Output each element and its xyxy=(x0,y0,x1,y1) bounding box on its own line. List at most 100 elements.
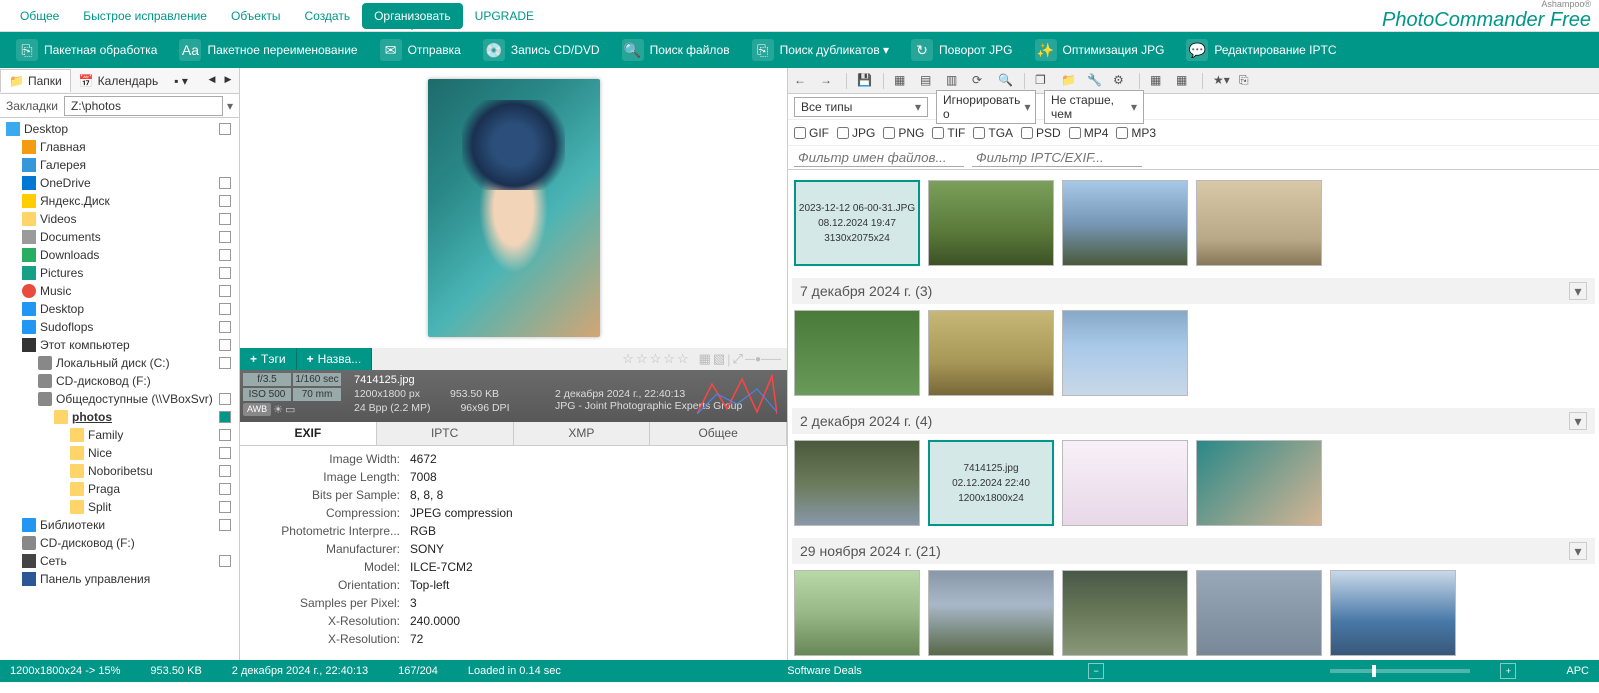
tree-checkbox[interactable] xyxy=(219,411,231,423)
thumbnail[interactable] xyxy=(794,440,920,526)
tree-item-14[interactable]: CD-дисковод (F:) xyxy=(2,372,237,390)
tree-checkbox[interactable] xyxy=(219,447,231,459)
tree-item-3[interactable]: OneDrive xyxy=(2,174,237,192)
format-png[interactable]: PNG xyxy=(883,126,924,140)
tree-item-8[interactable]: Pictures xyxy=(2,264,237,282)
tree-item-22[interactable]: Библиотеки xyxy=(2,516,237,534)
thumbnail[interactable] xyxy=(928,570,1054,656)
tree-item-0[interactable]: Desktop xyxy=(2,120,237,138)
thumbnail[interactable] xyxy=(1062,310,1188,396)
tab-folders[interactable]: 📁 Папки xyxy=(0,69,71,92)
tree-checkbox[interactable] xyxy=(219,267,231,279)
path-dropdown-icon[interactable]: ▾ xyxy=(227,99,239,113)
thumbnail[interactable] xyxy=(794,310,920,396)
tree-checkbox[interactable] xyxy=(219,249,231,261)
tab-calendar[interactable]: 📅 Календарь xyxy=(71,70,167,92)
tool-5[interactable]: ⎘Поиск дубликатов ▾ xyxy=(742,35,899,65)
zoom-slider[interactable] xyxy=(1330,669,1470,673)
tree-checkbox[interactable] xyxy=(219,177,231,189)
menu-upgrade[interactable]: UPGRADE xyxy=(463,3,546,29)
tool-7[interactable]: ✨Оптимизация JPG xyxy=(1025,35,1175,65)
rating-stars[interactable]: ☆☆☆☆☆ ▦ ▧ | ⤢ —●—— xyxy=(622,348,787,370)
star-icon[interactable]: ★▾ xyxy=(1213,73,1229,89)
type-combo[interactable]: Все типы xyxy=(794,97,928,117)
filename-filter-input[interactable] xyxy=(794,148,964,167)
thumbnail[interactable] xyxy=(1062,180,1188,266)
tree-checkbox[interactable] xyxy=(219,465,231,477)
tree-item-17[interactable]: Family xyxy=(2,426,237,444)
format-tga[interactable]: TGA xyxy=(973,126,1013,140)
add-tags-button[interactable]: + Тэги xyxy=(240,348,297,370)
tree-item-23[interactable]: CD-дисковод (F:) xyxy=(2,534,237,552)
thumbnail[interactable] xyxy=(928,310,1054,396)
expand-icon[interactable]: ⤢ xyxy=(733,351,743,367)
slider-icon[interactable]: —●—— xyxy=(745,354,781,365)
tree-item-25[interactable]: Панель управления xyxy=(2,570,237,588)
gear-icon[interactable]: ⚙ xyxy=(1113,73,1129,89)
tree-item-2[interactable]: Галерея xyxy=(2,156,237,174)
zoom-out-icon[interactable]: − xyxy=(1088,663,1104,679)
group-header[interactable]: 2 декабря 2024 г. (4)▾ xyxy=(792,408,1595,434)
thumbnail[interactable] xyxy=(928,180,1054,266)
view3-icon[interactable]: ▥ xyxy=(946,73,962,89)
tree-item-11[interactable]: Sudoflops xyxy=(2,318,237,336)
tool-0[interactable]: ⎘Пакетная обработка xyxy=(6,35,167,65)
meta-tab-exif[interactable]: EXIF xyxy=(240,422,377,445)
collapse-icon[interactable]: ▾ xyxy=(1569,412,1587,430)
nav-fwd-icon[interactable]: ▶ xyxy=(221,74,235,88)
tree-item-19[interactable]: Noboribetsu xyxy=(2,462,237,480)
format-jpg[interactable]: JPG xyxy=(837,126,875,140)
tree-checkbox[interactable] xyxy=(219,483,231,495)
meta-tab-общее[interactable]: Общее xyxy=(650,422,787,445)
format-tif[interactable]: TIF xyxy=(932,126,965,140)
tree-item-21[interactable]: Split xyxy=(2,498,237,516)
thumbnail[interactable] xyxy=(1196,570,1322,656)
tool-1[interactable]: AaПакетное переименование xyxy=(169,35,367,65)
age-combo[interactable]: Не старше, чем xyxy=(1044,90,1144,124)
group-header[interactable]: 7 декабря 2024 г. (3)▾ xyxy=(792,278,1595,304)
tool-8[interactable]: 💬Редактирование IPTC xyxy=(1176,35,1346,65)
tree-item-13[interactable]: Локальный диск (C:) xyxy=(2,354,237,372)
tree-item-15[interactable]: Общедоступные (\\VBoxSvr) xyxy=(2,390,237,408)
meta-tab-iptc[interactable]: IPTC xyxy=(377,422,514,445)
thumbnail[interactable] xyxy=(1062,440,1188,526)
view1-icon[interactable]: ▦ xyxy=(894,73,910,89)
img-icon2[interactable]: ▧ xyxy=(713,351,725,367)
thumbnail[interactable] xyxy=(794,570,920,656)
thumbnail[interactable]: 2023-12-12 06-00-31.JPG08.12.2024 19:473… xyxy=(794,180,920,266)
tree-item-1[interactable]: Главная xyxy=(2,138,237,156)
grid1-icon[interactable]: ▦ xyxy=(1150,73,1166,89)
tree-checkbox[interactable] xyxy=(219,213,231,225)
thumbnail[interactable]: 7414125.jpg02.12.2024 22:401200x1800x24 xyxy=(928,440,1054,526)
menu-объекты[interactable]: Объекты xyxy=(219,3,293,29)
collapse-icon[interactable]: ▾ xyxy=(1569,542,1587,560)
window-icon[interactable]: ❐ xyxy=(1035,73,1051,89)
tree-checkbox[interactable] xyxy=(219,285,231,297)
view2-icon[interactable]: ▤ xyxy=(920,73,936,89)
tree-item-5[interactable]: Videos xyxy=(2,210,237,228)
tree-checkbox[interactable] xyxy=(219,303,231,315)
tree-checkbox[interactable] xyxy=(219,357,231,369)
thumbnail[interactable] xyxy=(1196,180,1322,266)
iptc-filter-input[interactable] xyxy=(972,148,1142,167)
format-mp3[interactable]: MP3 xyxy=(1116,126,1156,140)
tree-checkbox[interactable] xyxy=(219,393,231,405)
tree-checkbox[interactable] xyxy=(219,195,231,207)
software-deals-link[interactable]: Software Deals xyxy=(787,665,862,677)
collapse-icon[interactable]: ▾ xyxy=(1569,282,1587,300)
tree-checkbox[interactable] xyxy=(219,429,231,441)
tab-extra[interactable]: ▪ ▾ xyxy=(166,70,196,92)
tool-4[interactable]: 🔍Поиск файлов xyxy=(612,35,740,65)
folder-icon[interactable]: 📁 xyxy=(1061,73,1077,89)
format-psd[interactable]: PSD xyxy=(1021,126,1061,140)
tree-checkbox[interactable] xyxy=(219,321,231,333)
tree-item-24[interactable]: Сеть xyxy=(2,552,237,570)
grid2-icon[interactable]: ▦ xyxy=(1176,73,1192,89)
tree-item-6[interactable]: Documents xyxy=(2,228,237,246)
add-name-button[interactable]: + Назва... xyxy=(297,348,373,370)
copy-icon[interactable]: ⎘ xyxy=(1239,73,1255,89)
tree-checkbox[interactable] xyxy=(219,123,231,135)
tree-item-12[interactable]: Этот компьютер xyxy=(2,336,237,354)
menu-общее[interactable]: Общее xyxy=(8,3,71,29)
tree-item-9[interactable]: Music xyxy=(2,282,237,300)
